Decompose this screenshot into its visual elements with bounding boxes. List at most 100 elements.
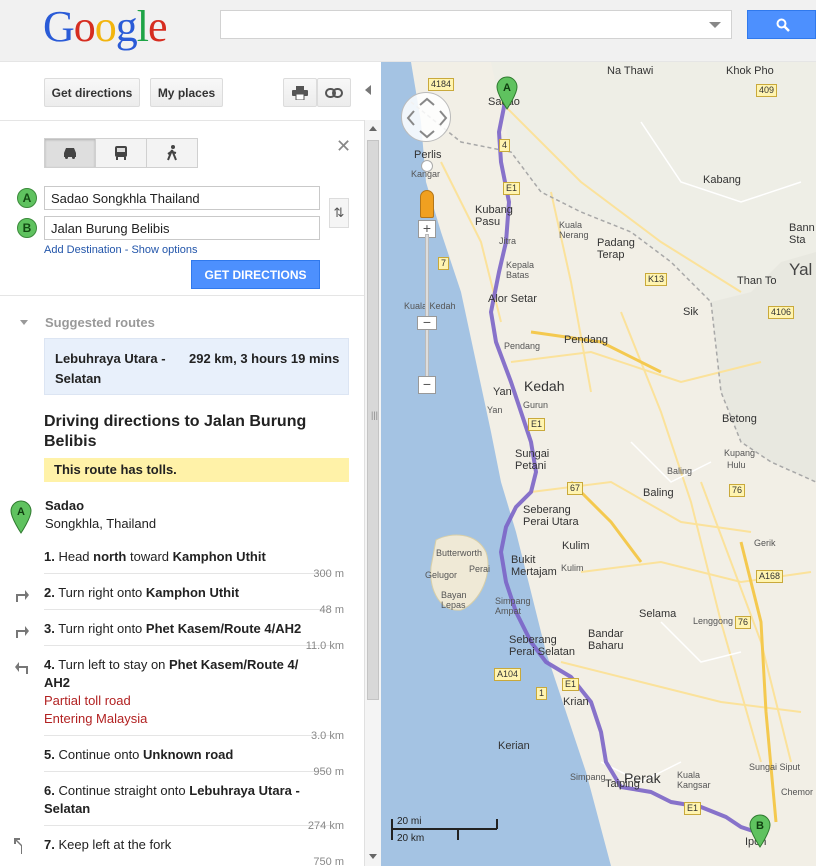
map-label: Simpang xyxy=(570,772,606,782)
fork-left-icon xyxy=(14,838,22,854)
add-destination-link[interactable]: Add Destination xyxy=(44,244,122,256)
map-label: Butterworth xyxy=(436,548,483,558)
turn-right-icon xyxy=(16,590,29,602)
map-scale: 20 mi 20 km xyxy=(391,816,499,847)
direction-step[interactable]: 5. Continue onto Unknown road xyxy=(44,746,314,764)
map-label: Seberang Perai Selatan xyxy=(509,634,576,658)
search-input[interactable] xyxy=(221,11,701,38)
map-label: Seberang Perai Utara xyxy=(523,504,579,528)
my-places-button[interactable]: My places xyxy=(150,78,223,107)
direction-step[interactable]: 7. Keep left at the fork xyxy=(44,836,314,854)
zoom-slider-track[interactable] xyxy=(425,234,429,384)
divider xyxy=(0,295,364,296)
directions-title: Driving directions to Jalan Burung Belib… xyxy=(44,413,307,450)
tolls-notice: This route has tolls. xyxy=(44,458,349,482)
map-label: Padang Terap xyxy=(597,237,635,261)
map-base xyxy=(381,62,816,866)
close-icon[interactable]: ✕ xyxy=(336,136,351,157)
road-shield: 1 xyxy=(536,687,548,700)
turn-right-icon xyxy=(16,626,29,638)
transit-icon xyxy=(115,146,127,160)
get-directions-tab-button[interactable]: Get directions xyxy=(44,78,140,107)
zoom-slider-thumb[interactable]: − xyxy=(417,315,437,330)
directions-links: Add Destination - Show options xyxy=(44,244,198,256)
step-divider xyxy=(44,735,330,736)
route-end-marker-icon[interactable]: B xyxy=(749,814,771,848)
map-label: Kupang xyxy=(724,448,756,458)
show-options-link[interactable]: Show options xyxy=(131,244,197,256)
collapse-routes-icon[interactable] xyxy=(20,320,28,325)
map-label: Kulim xyxy=(562,540,590,552)
map-label: Kabang xyxy=(703,174,741,186)
step-distance: 3.0 km xyxy=(310,730,344,742)
step-divider xyxy=(44,645,330,646)
street-view-pegman-icon[interactable] xyxy=(420,190,434,218)
map-canvas[interactable]: Sadao Na Thawi Khok Pho Perlis Kangar Ka… xyxy=(381,62,816,866)
direction-step[interactable]: 1. Head north toward Kamphon Uthit xyxy=(44,548,314,566)
road-shield: 7 xyxy=(438,257,450,270)
print-button[interactable] xyxy=(283,78,317,107)
road-shield: 67 xyxy=(567,482,584,495)
start-marker-letter: A xyxy=(503,82,511,94)
scroll-up-icon[interactable] xyxy=(369,126,377,131)
panel-scrollbar[interactable]: ||| xyxy=(364,120,381,866)
map-label: Kepala Batas xyxy=(506,260,535,280)
map-label: Bayan Lepas xyxy=(441,590,467,610)
step-divider xyxy=(44,825,330,826)
mode-walking-button[interactable] xyxy=(146,138,198,168)
scroll-thumb[interactable] xyxy=(367,140,379,700)
zoom-reset-button[interactable] xyxy=(421,160,433,172)
map-label: Baling xyxy=(667,466,693,476)
map-label: Kerian xyxy=(498,740,530,752)
suggested-route[interactable]: Lebuhraya Utara - Selatan 292 km, 3 hour… xyxy=(44,338,349,395)
origin-field[interactable] xyxy=(44,186,320,210)
map-label: Perai xyxy=(469,564,491,574)
get-directions-button[interactable]: GET DIRECTIONS xyxy=(191,260,320,289)
map-label: Kuala Nerang xyxy=(559,220,589,240)
road-shield: E1 xyxy=(562,678,580,691)
road-shield: A168 xyxy=(756,570,784,583)
scroll-down-icon[interactable] xyxy=(369,854,377,859)
step-note: Entering Malaysia xyxy=(44,711,148,726)
step-distance: 11.0 km xyxy=(305,640,344,652)
step-distance: 950 m xyxy=(313,766,344,778)
map-label: Kuala Kangsar xyxy=(677,770,711,790)
map-label: Bann Sta xyxy=(789,222,815,246)
divider xyxy=(0,120,364,121)
search-dropdown-icon[interactable] xyxy=(709,22,721,28)
turn-left-icon xyxy=(15,662,28,674)
map-label: Krian xyxy=(563,696,589,708)
road-shield: 76 xyxy=(735,616,752,629)
direction-step[interactable]: 2. Turn right onto Kamphon Uthit xyxy=(44,584,314,602)
map-label: Alor Setar xyxy=(488,293,537,305)
printer-icon xyxy=(292,85,308,100)
swap-waypoints-button[interactable]: ⇅ xyxy=(329,198,349,228)
route-start-marker-icon[interactable]: A xyxy=(496,76,518,110)
route-info: 292 km, 3 hours 19 mins xyxy=(189,351,340,366)
map-label: Baling xyxy=(643,487,674,499)
direction-step[interactable]: 6. Continue straight onto Lebuhraya Utar… xyxy=(44,782,314,818)
search-button[interactable] xyxy=(747,10,816,39)
link-button[interactable] xyxy=(317,78,351,107)
road-shield: E1 xyxy=(503,182,521,195)
step-divider xyxy=(44,771,330,772)
mode-transit-button[interactable] xyxy=(95,138,147,168)
origin-region: Songkhla, Thailand xyxy=(45,516,157,531)
mode-car-button[interactable] xyxy=(44,138,96,168)
map-label: Sungai Siput xyxy=(749,762,801,772)
end-marker-letter: B xyxy=(756,820,764,832)
road-shield: K13 xyxy=(645,273,668,286)
google-logo[interactable]: Google xyxy=(43,3,168,51)
map-label: Bukit Mertajam xyxy=(511,554,557,578)
step-distance: 750 m xyxy=(313,856,344,866)
resize-grip-icon[interactable]: ||| xyxy=(371,410,378,420)
pan-control[interactable] xyxy=(401,92,451,142)
step-divider xyxy=(44,609,330,610)
destination-field[interactable] xyxy=(44,216,320,240)
road-shield: 4 xyxy=(499,139,511,152)
collapse-panel-icon[interactable] xyxy=(365,85,371,95)
direction-step[interactable]: 3. Turn right onto Phet Kasem/Route 4/AH… xyxy=(44,620,314,638)
zoom-out-button[interactable]: − xyxy=(418,376,436,394)
direction-step[interactable]: 4. Turn left to stay on Phet Kasem/Route… xyxy=(44,656,314,728)
map-label: Pendang xyxy=(504,341,541,351)
